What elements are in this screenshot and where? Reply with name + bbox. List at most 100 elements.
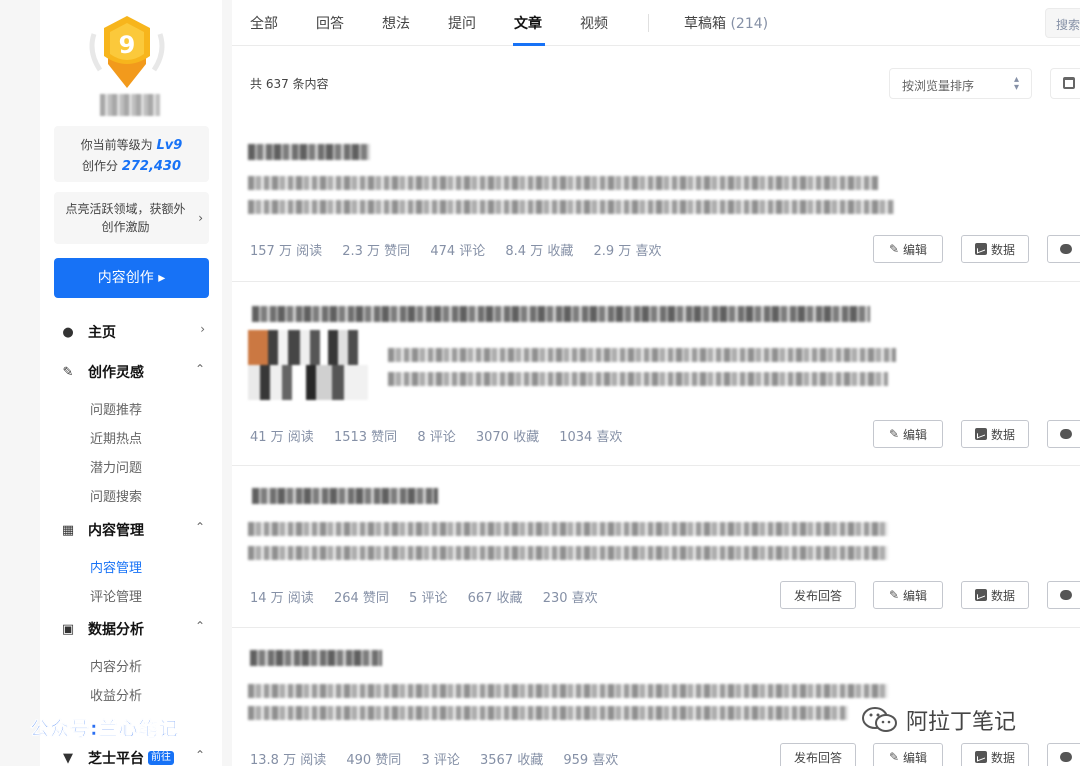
stat-likes: 1034 喜欢	[559, 430, 623, 445]
nav-inspiration[interactable]: ✎ 创作灵感 ⌃	[60, 360, 205, 384]
date-filter-button[interactable]	[1050, 68, 1080, 99]
stat-comments: 474 评论	[430, 244, 486, 259]
comment-button[interactable]	[1047, 743, 1080, 766]
chevron-right-icon: ›	[198, 211, 203, 225]
content-tabs: 全部 回答 想法 提问 文章 视频 草稿箱 (214) 搜索	[232, 0, 1080, 46]
edit-button[interactable]: ✎ 编辑	[873, 581, 943, 609]
tab-questions[interactable]: 提问	[448, 13, 476, 33]
stat-collects: 3567 收藏	[480, 753, 544, 766]
active-tab-indicator	[513, 43, 545, 46]
watermark-right-text: 阿拉丁笔记	[906, 710, 1017, 735]
watermark-left: 公众号:兰心笔记	[30, 718, 179, 741]
comment-bubble-icon	[1060, 244, 1072, 254]
tab-thoughts[interactable]: 想法	[382, 13, 410, 33]
nav-inspiration-label: 创作灵感	[88, 365, 144, 381]
article-stats: 14 万 阅读 264 赞同 5 评论 667 收藏 230 喜欢	[250, 587, 614, 606]
stat-upvotes: 264 赞同	[333, 591, 389, 606]
data-label: 数据	[990, 242, 1015, 257]
promo-text: 点亮活跃领域，获额外创作激励	[65, 202, 186, 234]
tab-answers[interactable]: 回答	[316, 13, 344, 33]
stat-reads: 13.8 万 阅读	[250, 753, 327, 766]
user-icon: ●	[62, 324, 74, 340]
stat-reads: 14 万 阅读	[250, 591, 314, 606]
article-title-blurred[interactable]	[252, 306, 870, 322]
comment-button[interactable]	[1047, 581, 1080, 609]
comment-bubble-icon	[1060, 752, 1072, 762]
chart-icon	[974, 243, 987, 255]
article-item[interactable]: 41 万 阅读 1513 赞同 8 评论 3070 收藏 1034 喜欢 ✎ 编辑…	[232, 282, 1080, 466]
article-excerpt-blurred	[248, 546, 888, 560]
go-badge[interactable]: 前往	[148, 751, 174, 765]
tab-all[interactable]: 全部	[250, 13, 278, 33]
search-input[interactable]: 搜索	[1045, 8, 1080, 38]
sidebar: 9 你当前等级为 Lv9 创作分 272,430 点亮活跃领域，获额外创作激励 …	[40, 0, 222, 766]
data-button[interactable]: 数据	[961, 420, 1029, 448]
active-field-promo[interactable]: 点亮活跃领域，获额外创作激励 ›	[54, 192, 209, 244]
create-content-button[interactable]: 内容创作 ▸	[54, 258, 209, 298]
nav-potential-question[interactable]: 潜力问题	[90, 457, 142, 476]
article-item[interactable]: 157 万 阅读 2.3 万 赞同 474 评论 8.4 万 收藏 2.9 万 …	[232, 118, 1080, 282]
tab-divider	[648, 14, 649, 32]
tab-videos[interactable]: 视频	[580, 13, 608, 33]
stat-likes: 2.9 万 喜欢	[593, 244, 662, 259]
nav-question-search[interactable]: 问题搜索	[90, 486, 142, 505]
comment-button[interactable]	[1047, 235, 1080, 263]
stat-likes: 230 喜欢	[542, 591, 598, 606]
nav-income-analysis[interactable]: 收益分析	[90, 685, 142, 704]
article-item[interactable]: 13.8 万 阅读 490 赞同 3 评论 3567 收藏 959 喜欢 发布回…	[232, 628, 1080, 766]
username-blurred	[100, 94, 160, 116]
article-excerpt-blurred	[388, 348, 896, 362]
pencil-icon: ✎	[888, 588, 900, 602]
stat-reads: 41 万 阅读	[250, 430, 314, 445]
stat-comments: 5 评论	[409, 591, 448, 606]
article-excerpt-blurred	[248, 176, 878, 190]
article-title-blurred[interactable]	[252, 488, 438, 504]
nav-content-mgmt-label: 内容管理	[88, 523, 144, 539]
nav-content-mgmt-sub[interactable]: 内容管理	[90, 557, 142, 576]
publish-answer-button[interactable]: 发布回答	[780, 581, 856, 609]
nav-comment-mgmt[interactable]: 评论管理	[90, 586, 142, 605]
nav-home[interactable]: ● 主页 ›	[60, 320, 205, 344]
chevron-up-icon: ⌃	[194, 748, 205, 762]
edit-label: 编辑	[903, 588, 928, 603]
data-button[interactable]: 数据	[961, 581, 1029, 609]
stat-collects: 667 收藏	[467, 591, 523, 606]
data-button[interactable]: 数据	[961, 235, 1029, 263]
article-title-blurred[interactable]	[250, 650, 382, 666]
article-item[interactable]: 14 万 阅读 264 赞同 5 评论 667 收藏 230 喜欢 发布回答 ✎…	[232, 466, 1080, 628]
article-thumbnail[interactable]	[248, 330, 368, 400]
article-title-blurred[interactable]	[248, 144, 370, 160]
nav-content-analysis[interactable]: 内容分析	[90, 656, 142, 675]
zhishi-logo-icon: ▼	[63, 750, 73, 766]
stat-likes: 959 喜欢	[563, 753, 619, 766]
nav-content-mgmt[interactable]: ▦ 内容管理 ⌃	[60, 518, 205, 542]
score-value: 272,430	[121, 159, 182, 174]
updown-icon: ▴ ▾	[1013, 74, 1019, 93]
chart-icon	[974, 428, 987, 440]
level-info-box: 你当前等级为 Lv9 创作分 272,430	[54, 126, 209, 182]
stat-reads: 157 万 阅读	[250, 244, 323, 259]
sort-select[interactable]: 按浏览量排序 ▴ ▾	[889, 68, 1032, 99]
nav-zhishi[interactable]: ▼ 芝士平台 前往 ⌃	[60, 746, 205, 766]
stat-upvotes: 490 赞同	[346, 753, 402, 766]
edit-button[interactable]: ✎ 编辑	[873, 743, 943, 766]
edit-button[interactable]: ✎ 编辑	[873, 420, 943, 448]
nav-data-analysis[interactable]: ▣ 数据分析 ⌃	[60, 617, 205, 641]
publish-answer-button[interactable]: 发布回答	[780, 743, 856, 766]
pencil-icon: ✎	[888, 750, 900, 764]
article-excerpt-blurred	[248, 684, 888, 698]
drafts-label: 草稿箱	[684, 16, 726, 32]
tab-articles[interactable]: 文章	[514, 13, 542, 33]
data-button[interactable]: 数据	[961, 743, 1029, 766]
comment-bubble-icon	[1060, 590, 1072, 600]
nav-home-label: 主页	[88, 325, 116, 341]
tab-drafts[interactable]: 草稿箱 (214)	[684, 13, 768, 33]
chart-icon	[974, 751, 987, 763]
chevron-up-icon: ⌃	[194, 362, 205, 376]
article-excerpt-blurred	[248, 706, 848, 720]
edit-button[interactable]: ✎ 编辑	[873, 235, 943, 263]
comment-button[interactable]	[1047, 420, 1080, 448]
nav-question-recommend[interactable]: 问题推荐	[90, 399, 142, 418]
watermark-right: 阿拉丁笔记	[860, 704, 1016, 736]
nav-recent-hot[interactable]: 近期热点	[90, 428, 142, 447]
